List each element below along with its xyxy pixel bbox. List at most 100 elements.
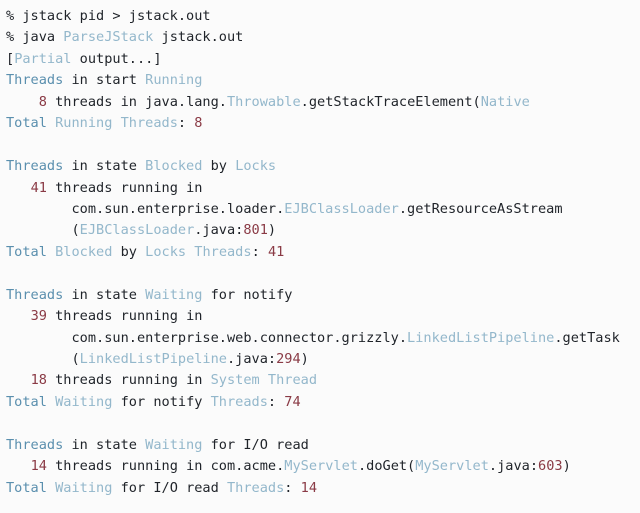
token-plain: ( [6, 222, 80, 239]
token-plain: % java [6, 29, 64, 46]
console-line-blocked-frame-source: (EJBClassLoader.java:801) [6, 220, 640, 241]
token-ident: ParseJStack [63, 29, 154, 46]
console-line-threads-waiting-notify-header: Threads in state Waiting for notify [6, 285, 640, 306]
console-line-blocked-count: 41 threads running in [6, 178, 640, 199]
console-line-threads-in-start-running: Threads in start Running [6, 70, 640, 91]
token-plain: .doGet( [357, 458, 416, 475]
token-ident: Waiting [145, 286, 203, 303]
token-plain: for I/O read [202, 436, 309, 453]
token-plain: threads running in [46, 179, 203, 196]
token-plain: threads running in [46, 308, 203, 325]
console-line-cmd-jstack: % jstack pid > jstack.out [6, 6, 640, 27]
console-line-blocked-frame-class: com.sun.enterprise.loader.EJBClassLoader… [6, 199, 640, 220]
token-plain: : [251, 243, 268, 260]
console-lines: % jstack pid > jstack.out % java ParseJSt… [6, 6, 640, 499]
token-ident: Locks [145, 243, 187, 260]
console-line-waiting-notify-frame-source: (LinkedListPipeline.java:294) [6, 349, 640, 370]
console-line-waiting-notify-count: 39 threads running in [6, 306, 640, 327]
token-ident: Running [55, 115, 113, 132]
token-key: Total [6, 393, 47, 410]
token-ident: Waiting [145, 436, 203, 453]
token-num: 801 [243, 222, 268, 239]
token-ident: Threads [210, 393, 268, 410]
token-num: 39 [30, 308, 47, 325]
console-line-total-waiting-io-threads: Total Waiting for I/O read Threads: 14 [6, 478, 640, 499]
token-ident: Locks [235, 158, 277, 175]
terminal-output-pane[interactable]: % jstack pid > jstack.out % java ParseJSt… [0, 0, 640, 513]
token-plain: for I/O read [112, 479, 227, 496]
token-num: 603 [538, 458, 563, 475]
token-num: 8 [38, 93, 47, 110]
token-plain: : [267, 393, 285, 410]
token-num: 41 [30, 179, 47, 196]
token-plain: .getStackTraceElement( [300, 93, 481, 110]
token-ident: MyServlet [415, 458, 489, 475]
token-plain: threads running in [46, 372, 211, 389]
token-plain: in state [63, 286, 146, 303]
token-ident: Running [145, 72, 203, 89]
token-plain: .java: [488, 458, 539, 475]
token-num: 14 [30, 458, 47, 475]
console-line-running-stack-frame: 8 threads in java.lang.Throwable.getStac… [6, 92, 640, 113]
console-line-threads-blocked-by-locks-header: Threads in state Blocked by Locks [6, 156, 640, 177]
token-ident: System [210, 372, 260, 389]
token-plain: for notify [202, 286, 293, 303]
token-plain: threads in java.lang. [46, 93, 227, 110]
token-ident: EJBClassLoader [79, 222, 195, 239]
token-ident: LinkedListPipeline [79, 351, 227, 367]
token-key: Threads [6, 158, 64, 175]
token-num: 18 [30, 372, 47, 389]
console-line-blank-1 [6, 135, 640, 156]
token-plain: ) [300, 351, 309, 367]
token-plain: : [284, 479, 301, 496]
token-plain: in state [63, 158, 146, 175]
token-plain: .java: [227, 351, 277, 367]
token-plain: ( [6, 351, 80, 367]
console-line-blank-3 [6, 413, 640, 434]
token-plain: [ [6, 50, 15, 67]
token-ident: Waiting [55, 479, 113, 496]
token-key: Threads [6, 436, 64, 453]
token-plain: com.sun.enterprise.loader. [6, 200, 285, 217]
token-ident: Threads [194, 243, 252, 260]
token-ident: Blocked [55, 243, 113, 260]
token-plain: by [202, 158, 236, 175]
token-ident: Blocked [145, 158, 203, 175]
console-line-waiting-io-frame: 14 threads running in com.acme. MyServlet… [6, 456, 640, 477]
token-key: Threads [6, 72, 64, 89]
token-ident: Thread [267, 372, 318, 389]
token-plain: .java: [194, 222, 244, 239]
token-plain: % jstack pid > jstack.out [6, 8, 211, 24]
token-ident: Threads [226, 479, 285, 496]
token-plain: .getResourceAsStream [398, 200, 563, 217]
token-num: 8 [194, 115, 203, 132]
token-plain: ) [267, 222, 277, 239]
token-ident: EJBClassLoader [284, 200, 399, 217]
console-line-total-blocked-threads: Total Blocked by Locks Threads: 41 [6, 242, 640, 263]
token-plain: jstack.out [153, 29, 244, 46]
token-plain: threads running in com.acme. [46, 458, 285, 475]
token-ident: LinkedListPipeline [407, 329, 555, 346]
token-ident: Waiting [55, 393, 113, 410]
console-line-threads-waiting-io-header: Threads in state Waiting for I/O read [6, 435, 640, 456]
console-line-partial-output-note: [Partial output...] [6, 49, 640, 70]
console-line-waiting-notify-frame-class: com.sun.enterprise.web.connector.grizzly… [6, 328, 640, 349]
console-line-system-thread-count: 18 threads running in System Thread [6, 370, 640, 391]
token-num: 41 [267, 243, 285, 260]
console-line-cmd-parsejstack: % java ParseJStack jstack.out [6, 27, 640, 48]
token-ident: Throwable [227, 93, 301, 110]
token-plain: in start [63, 72, 146, 89]
token-ident: Threads [120, 115, 178, 132]
token-num: 14 [300, 479, 318, 496]
token-num: 74 [284, 393, 301, 410]
